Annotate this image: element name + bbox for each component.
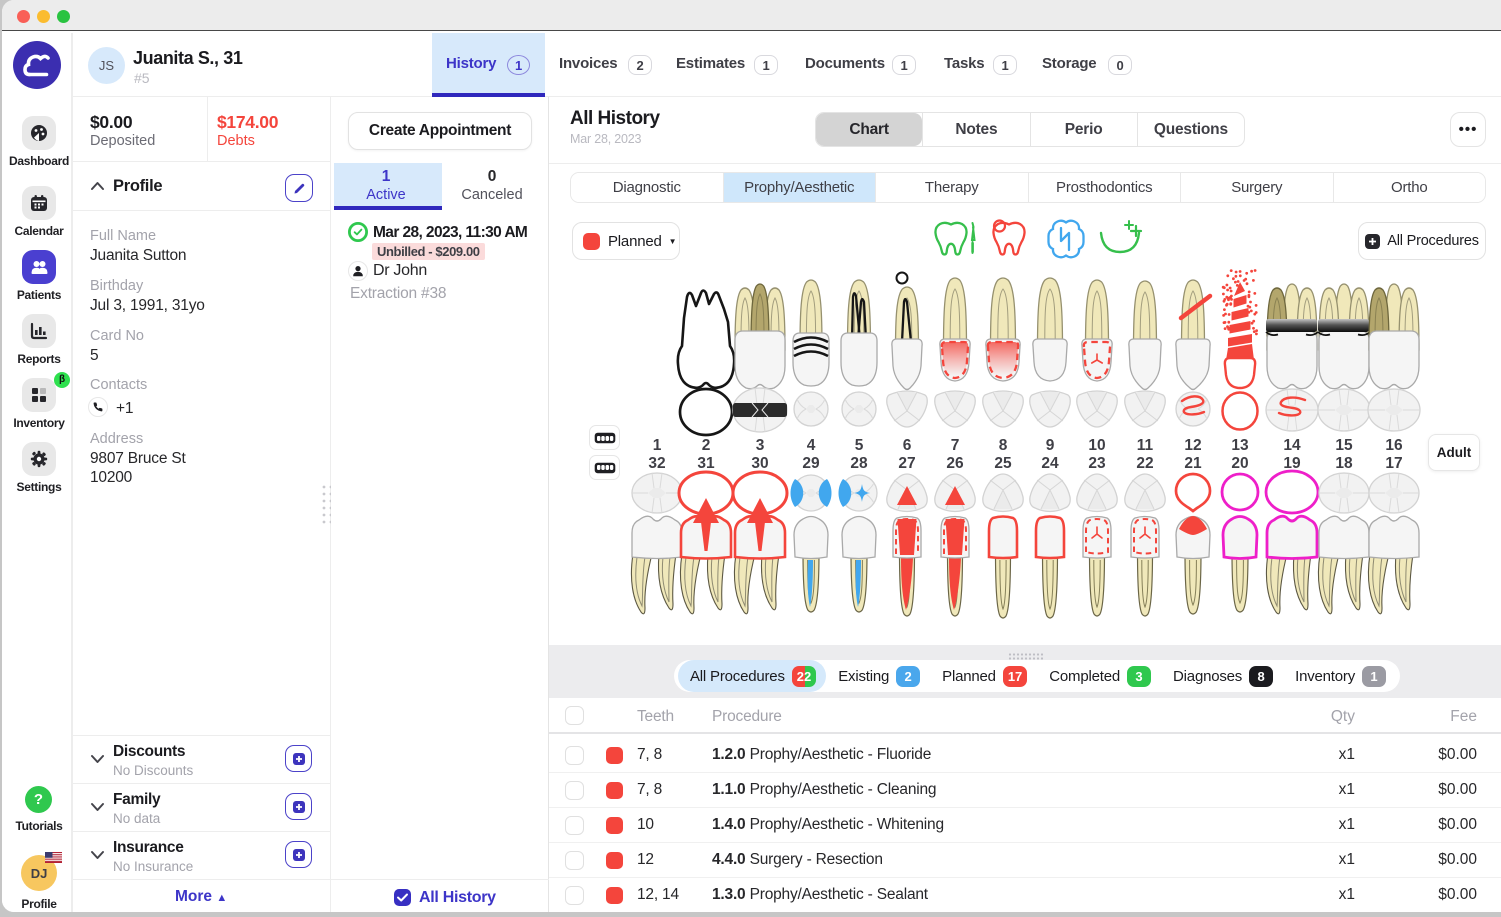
svg-text:31: 31 <box>697 455 715 472</box>
svg-text:20: 20 <box>1231 455 1248 472</box>
svg-text:17: 17 <box>1385 455 1402 472</box>
svg-text:10: 10 <box>1088 437 1105 454</box>
svg-text:21: 21 <box>1184 455 1202 472</box>
svg-text:2: 2 <box>702 437 711 454</box>
svg-text:26: 26 <box>946 455 964 472</box>
svg-text:29: 29 <box>802 455 820 472</box>
svg-text:1: 1 <box>653 437 662 454</box>
svg-text:11: 11 <box>1137 437 1154 454</box>
svg-text:27: 27 <box>898 455 915 472</box>
svg-text:23: 23 <box>1088 455 1106 472</box>
svg-text:18: 18 <box>1335 455 1353 472</box>
svg-text:24: 24 <box>1041 455 1059 472</box>
svg-text:6: 6 <box>903 437 912 454</box>
svg-text:14: 14 <box>1283 437 1301 454</box>
svg-text:28: 28 <box>850 455 868 472</box>
svg-text:15: 15 <box>1335 437 1353 454</box>
svg-text:3: 3 <box>756 437 765 454</box>
svg-text:7: 7 <box>951 437 960 454</box>
svg-text:12: 12 <box>1184 437 1201 454</box>
svg-text:9: 9 <box>1046 437 1055 454</box>
svg-text:25: 25 <box>994 455 1012 472</box>
svg-text:4: 4 <box>807 437 816 454</box>
svg-text:19: 19 <box>1283 455 1301 472</box>
svg-text:32: 32 <box>648 455 665 472</box>
svg-text:13: 13 <box>1231 437 1249 454</box>
svg-text:5: 5 <box>855 437 864 454</box>
svg-text:22: 22 <box>1136 455 1153 472</box>
svg-text:30: 30 <box>751 455 768 472</box>
svg-text:16: 16 <box>1385 437 1403 454</box>
svg-text:8: 8 <box>999 437 1008 454</box>
